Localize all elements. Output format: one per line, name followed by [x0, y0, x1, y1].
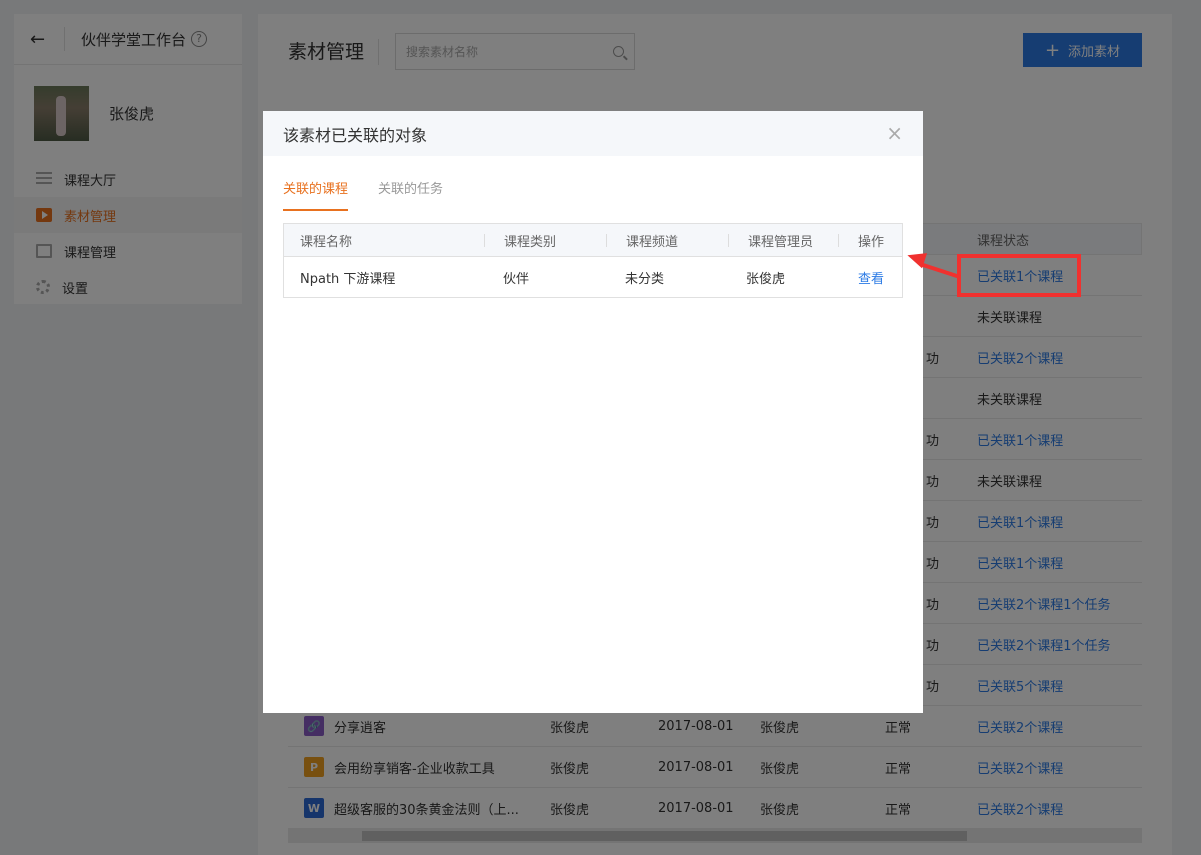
- tab-linked-tasks[interactable]: 关联的任务: [378, 178, 443, 211]
- course-name-cell: Npath 下游课程: [300, 271, 396, 287]
- red-highlight-box: [957, 254, 1081, 297]
- header-action: 操作: [858, 234, 885, 250]
- table-header: 课程名称 课程类别 课程频道 课程管理员 操作: [284, 224, 902, 257]
- linked-courses-table: 课程名称 课程类别 课程频道 课程管理员 操作 Npath 下游课程 伙伴 未分…: [283, 223, 903, 298]
- header-course-category: 课程类别: [504, 234, 557, 250]
- close-icon[interactable]: ×: [886, 123, 903, 143]
- course-channel-cell: 未分类: [625, 271, 665, 287]
- course-admin-cell: 张俊虎: [746, 271, 786, 287]
- header-course-name: 课程名称: [300, 234, 353, 250]
- table-row: Npath 下游课程 伙伴 未分类 张俊虎 查看: [284, 257, 902, 297]
- modal-title: 该素材已关联的对象: [283, 125, 428, 145]
- linked-objects-modal: 该素材已关联的对象 × 关联的课程 关联的任务 课程名称 课程类别 课程频道 课…: [263, 111, 923, 713]
- header-course-admin: 课程管理员: [748, 234, 814, 250]
- modal-header: 该素材已关联的对象 ×: [263, 111, 923, 156]
- modal-tabs: 关联的课程 关联的任务: [283, 178, 473, 211]
- view-course-link[interactable]: 查看: [858, 257, 884, 297]
- course-category-cell: 伙伴: [503, 271, 530, 287]
- header-course-channel: 课程频道: [626, 234, 679, 250]
- tab-linked-courses[interactable]: 关联的课程: [283, 178, 349, 211]
